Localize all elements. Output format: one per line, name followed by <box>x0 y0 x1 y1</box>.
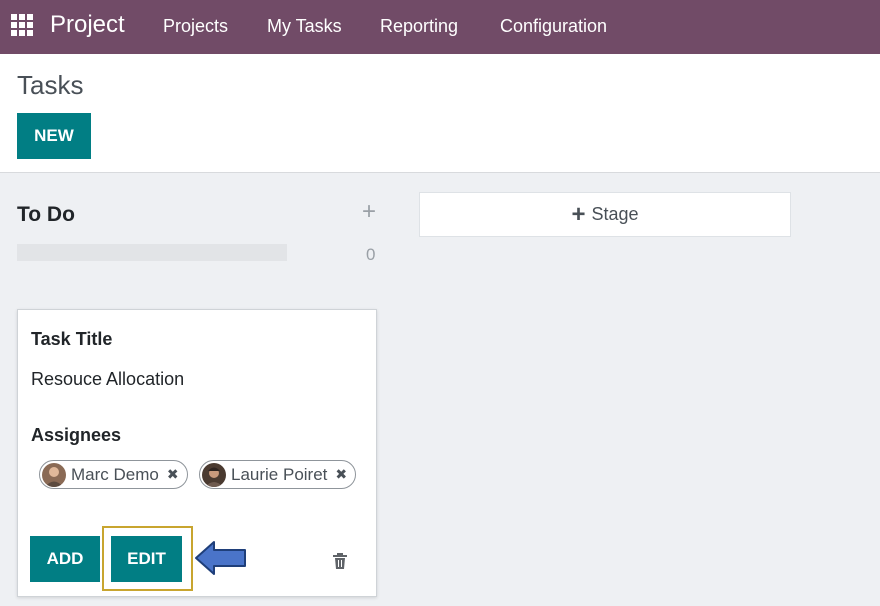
assignee-tag: Marc Demo ✖ <box>39 460 188 489</box>
add-stage-button[interactable]: + Stage <box>419 192 791 237</box>
plus-icon[interactable]: + <box>360 200 378 224</box>
quick-create-card: Task Title Resouce Allocation Assignees … <box>17 309 377 597</box>
nav-configuration[interactable]: Configuration <box>500 16 607 37</box>
assignee-name: Laurie Poiret <box>231 464 328 484</box>
arrow-left-icon <box>195 541 246 575</box>
x-icon[interactable]: ✖ <box>167 466 179 483</box>
top-navbar: Project Projects My Tasks Reporting Conf… <box>0 0 880 54</box>
avatar <box>42 462 66 487</box>
kanban-board: To Do + 0 + Stage Task Title Resouce All… <box>0 174 880 606</box>
avatar <box>202 462 226 487</box>
page-title: Tasks <box>17 70 84 100</box>
new-button[interactable]: NEW <box>17 113 91 159</box>
column-count: 0 <box>366 245 376 264</box>
assignees-label: Assignees <box>31 425 122 445</box>
add-stage-label: Stage <box>591 204 639 224</box>
add-button[interactable]: ADD <box>30 536 100 582</box>
nav-reporting[interactable]: Reporting <box>380 16 458 37</box>
task-title-input[interactable]: Resouce Allocation <box>31 369 184 390</box>
column-progress-bar <box>17 244 287 261</box>
nav-my-tasks[interactable]: My Tasks <box>267 16 342 37</box>
app-name[interactable]: Project <box>50 11 125 39</box>
control-panel: Tasks NEW <box>0 54 880 173</box>
nav-projects[interactable]: Projects <box>163 16 228 37</box>
edit-button[interactable]: EDIT <box>111 536 182 582</box>
x-icon[interactable]: ✖ <box>335 466 347 483</box>
trash-icon[interactable] <box>332 552 348 570</box>
column-title: To Do <box>17 203 75 226</box>
plus-icon: + <box>571 200 586 228</box>
task-title-label: Task Title <box>31 329 113 349</box>
assignee-name: Marc Demo <box>71 464 159 484</box>
assignee-tag: Laurie Poiret ✖ <box>199 460 357 489</box>
apps-grid-icon[interactable] <box>11 14 33 36</box>
